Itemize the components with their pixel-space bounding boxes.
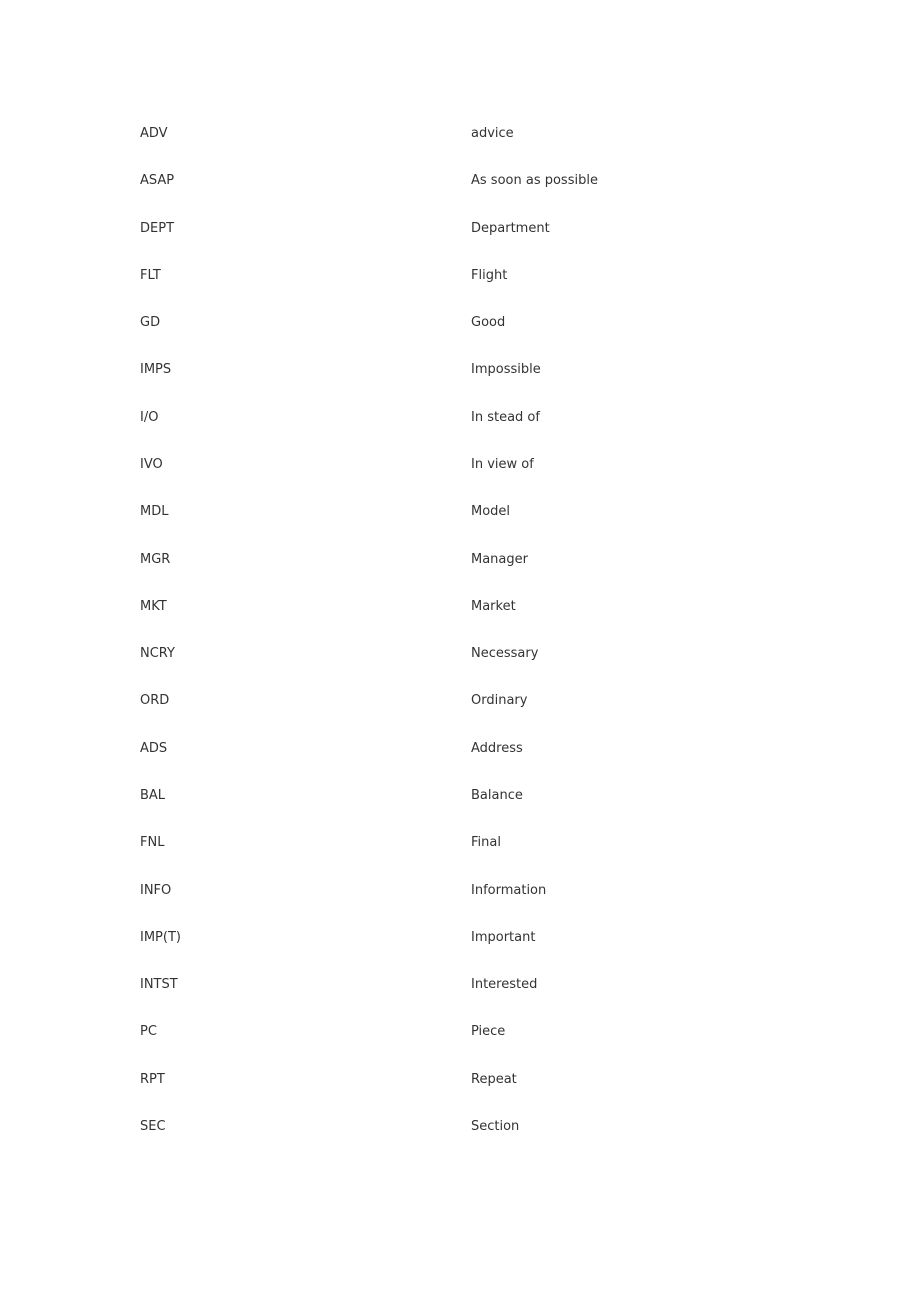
meaning: Ordinary <box>471 693 528 709</box>
meaning: advice <box>471 126 514 141</box>
meaning: Flight <box>471 267 508 283</box>
abbreviation: SEC <box>140 1118 166 1134</box>
abbreviation: GD <box>140 315 161 331</box>
abbreviation: BAL <box>140 787 166 803</box>
abbreviation: PC <box>140 1024 157 1040</box>
abbreviation: DEPT <box>140 220 175 236</box>
abbreviation: IMP(T) <box>140 929 181 945</box>
meaning: Good <box>471 315 506 331</box>
meaning: As soon as possible <box>471 173 598 189</box>
meaning: Model <box>471 504 511 520</box>
meaning: Address <box>471 740 523 756</box>
meaning: Repeat <box>471 1071 517 1087</box>
abbreviation: IMPS <box>140 362 172 378</box>
meaning: Market <box>471 598 516 614</box>
meaning: In stead of <box>471 409 540 425</box>
meaning: In view of <box>471 456 534 472</box>
abbreviation: INTST <box>140 977 178 993</box>
meaning: Final <box>471 835 501 851</box>
abbreviation: I/O <box>140 409 159 425</box>
abbreviation: ADV <box>140 126 168 141</box>
abbreviation: MKT <box>140 598 167 614</box>
meaning: Important <box>471 929 536 945</box>
meaning: Piece <box>471 1024 506 1040</box>
abbreviation: NCRY <box>140 646 175 662</box>
abbreviation: MDL <box>140 504 169 520</box>
abbreviation: IVO <box>140 456 163 472</box>
meaning: Manager <box>471 551 528 567</box>
meaning: Impossible <box>471 362 541 378</box>
meaning: Information <box>471 882 547 898</box>
meaning: Necessary <box>471 646 539 662</box>
meaning: Section <box>471 1118 520 1134</box>
abbreviation: ORD <box>140 693 170 709</box>
abbreviation: MGR <box>140 551 171 567</box>
abbreviation: ADS <box>140 740 168 756</box>
meaning: Interested <box>471 977 538 993</box>
meaning: Department <box>471 220 550 236</box>
abbreviation: FNL <box>140 835 165 851</box>
abbreviation: FLT <box>140 267 161 283</box>
abbreviation: ASAP <box>140 173 175 189</box>
meaning: Balance <box>471 787 523 803</box>
abbreviation: RPT <box>140 1071 165 1087</box>
abbreviation: INFO <box>140 882 172 898</box>
